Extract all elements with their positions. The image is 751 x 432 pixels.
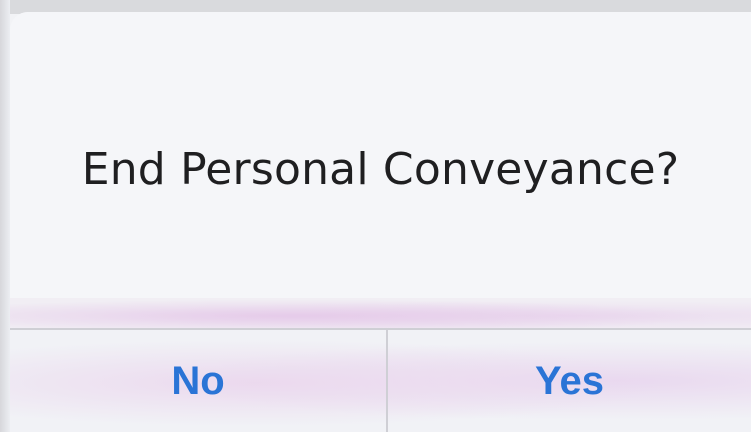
yes-button[interactable]: Yes <box>388 330 751 432</box>
left-shadow <box>0 0 10 432</box>
alert-title: End Personal Conveyance? <box>81 144 680 195</box>
alert-buttons: No Yes <box>10 330 751 432</box>
alert-dialog: End Personal Conveyance? No Yes <box>10 12 751 432</box>
no-button[interactable]: No <box>10 330 386 432</box>
screen: End Personal Conveyance? No Yes <box>0 0 751 432</box>
alert-body: End Personal Conveyance? <box>10 12 751 316</box>
